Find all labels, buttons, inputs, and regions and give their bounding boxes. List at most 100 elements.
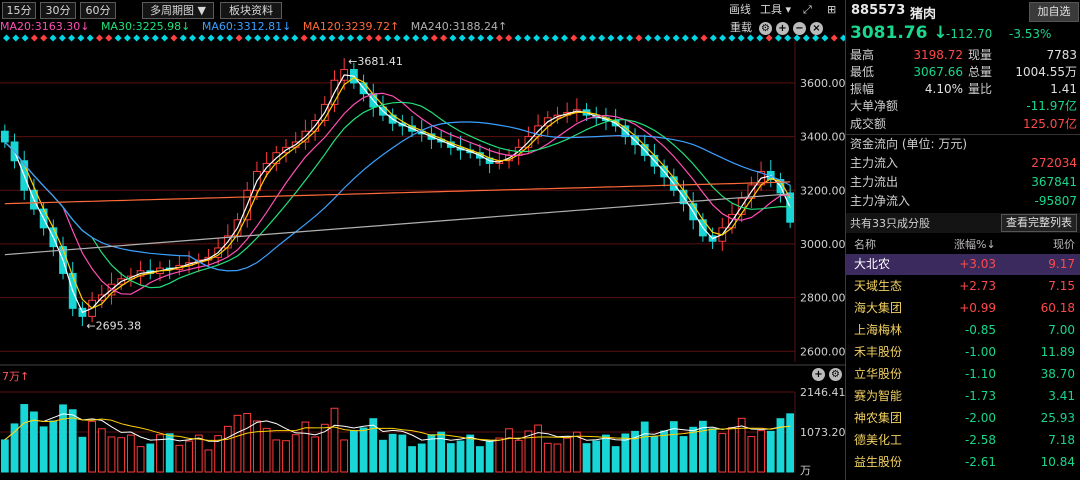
event-diamond-icon <box>365 34 373 42</box>
price-change: -112.70 <box>946 27 993 41</box>
volume-settings-icon[interactable]: ⚙ <box>829 368 842 381</box>
event-diamond-icon <box>142 34 150 42</box>
stock-price: 10.84 <box>1040 455 1075 469</box>
volume-bar <box>728 427 736 473</box>
event-diamond-icon <box>244 34 252 42</box>
stock-row[interactable]: 赛为智能 -1.73 3.41 <box>846 386 1080 407</box>
ma60-label: MA60:3312.81↓ <box>201 20 292 33</box>
stock-name: 海大集团 <box>854 301 903 315</box>
volume-bar <box>398 434 407 473</box>
event-diamond-icon <box>644 34 652 42</box>
stock-row[interactable]: 天域生态 +2.73 7.15 <box>846 276 1080 297</box>
draw-line-menu[interactable]: 画线 <box>729 3 751 17</box>
event-diamond-icon <box>468 34 475 42</box>
volume-bar <box>689 426 698 473</box>
event-diamond-icon <box>672 34 680 42</box>
stock-row[interactable]: 大北农 +3.03 9.17 <box>846 254 1080 275</box>
stock-row[interactable]: 益生股份 -2.61 10.84 <box>846 452 1080 473</box>
grid-icon[interactable]: ⊞ <box>827 3 836 17</box>
moving-average-line <box>4 193 791 256</box>
tools-menu[interactable]: 工具 ▾ <box>760 3 791 17</box>
stock-row[interactable]: 德美化工 -2.58 7.18 <box>846 430 1080 451</box>
volume-bar <box>20 404 29 473</box>
ma120-label: MA120:3239.72↑ <box>302 20 400 33</box>
flow-value: -95807 <box>1034 194 1077 208</box>
expand-icon[interactable]: ⤢ <box>803 3 812 17</box>
volume-bar <box>660 430 669 473</box>
volume-bar <box>185 440 193 473</box>
stock-row[interactable]: 禾丰股份 -1.00 11.89 <box>846 342 1080 363</box>
volume-bar <box>514 439 523 473</box>
volume-bar <box>553 443 562 473</box>
moving-average-line <box>4 181 791 205</box>
volume-bar <box>408 446 416 473</box>
event-diamond-icon <box>570 34 578 42</box>
event-diamond-icon <box>337 34 345 42</box>
stock-row[interactable]: 上海梅林 -0.85 7.00 <box>846 320 1080 341</box>
stock-pct: -2.58 <box>964 433 996 447</box>
event-diamond-icon <box>12 34 20 42</box>
stock-name: 上海梅林 <box>854 323 903 337</box>
event-diamond-icon <box>179 34 187 42</box>
volume-bar <box>68 409 77 473</box>
add-watchlist-button[interactable]: 加自选 <box>1029 2 1079 22</box>
constituents-count: 共有33只成分股 <box>850 217 930 230</box>
price-axis-label: 2800.00 <box>800 292 845 305</box>
column-pct-header[interactable]: 涨幅%↓ <box>954 236 996 252</box>
event-diamond-icon <box>254 34 262 42</box>
event-diamond-icon <box>21 34 29 42</box>
stock-row[interactable]: 海大集团 +0.99 60.18 <box>846 298 1080 319</box>
volume-bar <box>427 434 436 473</box>
price-axis-label: 3400.00 <box>800 131 845 144</box>
volume-bar <box>650 436 659 473</box>
close-icon[interactable]: × <box>810 22 823 35</box>
settings-icon[interactable]: ⚙ <box>759 22 772 35</box>
event-diamond-icon <box>765 34 773 42</box>
flow-label: 主力流入 <box>850 156 899 170</box>
volume-bar <box>107 436 116 473</box>
stock-row[interactable]: 立华股份 -1.10 38.70 <box>846 364 1080 385</box>
event-diamond-icon <box>440 34 448 42</box>
column-price-header[interactable]: 现价 <box>1053 236 1075 252</box>
kline-chart-area[interactable]: 3600.00 3400.00 3200.00 3000.00 2800.00 2600.… <box>0 0 845 480</box>
period-15min-button[interactable]: 15分 <box>2 2 36 19</box>
event-diamond-icon <box>514 34 522 42</box>
reload-button[interactable]: 重载 <box>730 21 752 35</box>
period-60min-button[interactable]: 60分 <box>80 2 116 19</box>
volume-bar <box>126 434 135 473</box>
stock-name: 德美化工 <box>854 433 903 447</box>
volume-bar <box>505 428 513 473</box>
event-diamond-icon <box>402 34 410 42</box>
volume-bar <box>10 423 19 473</box>
stat-value: 7783 <box>1046 48 1077 62</box>
zoom-in-icon[interactable]: + <box>776 22 789 35</box>
event-diamond-icon <box>300 34 308 42</box>
event-diamond-icon <box>486 34 494 42</box>
zoom-out-icon[interactable]: − <box>793 22 806 35</box>
volume-bar <box>194 434 203 473</box>
kline-chart-svg[interactable]: 3600.00 3400.00 3200.00 3000.00 2800.00 2600.… <box>0 0 845 480</box>
stat-value: 1.41 <box>1050 82 1077 96</box>
stat-value: 3198.72 <box>913 48 963 62</box>
volume-bar <box>340 439 349 473</box>
event-diamond-icon <box>58 34 66 42</box>
multi-period-chart-button[interactable]: 多周期图 ▼ <box>142 2 214 19</box>
period-30min-button[interactable]: 30分 <box>40 2 76 19</box>
volume-bar <box>0 439 9 473</box>
volume-bar <box>446 443 455 473</box>
event-diamond-icon <box>3 34 10 42</box>
event-diamond-icon <box>133 34 141 42</box>
column-name-header[interactable]: 名称 <box>854 236 876 252</box>
stock-pct: +2.73 <box>959 279 996 293</box>
volume-add-icon[interactable]: + <box>812 368 825 381</box>
view-full-list-button[interactable]: 查看完整列表 <box>1001 214 1077 232</box>
sector-info-button[interactable]: 板块资料 <box>220 2 282 19</box>
volume-header: 7万↑ <box>2 370 30 383</box>
stat-value: 4.10% <box>924 82 963 96</box>
stock-row[interactable]: 神农集团 -2.00 25.93 <box>846 408 1080 429</box>
stat-label: 现量 <box>968 48 993 62</box>
price-value: 3081.76 <box>850 23 928 43</box>
volume-bar <box>204 449 213 473</box>
constituents-header: 共有33只成分股 查看完整列表 <box>846 213 1080 233</box>
event-diamond-icon <box>449 34 457 42</box>
